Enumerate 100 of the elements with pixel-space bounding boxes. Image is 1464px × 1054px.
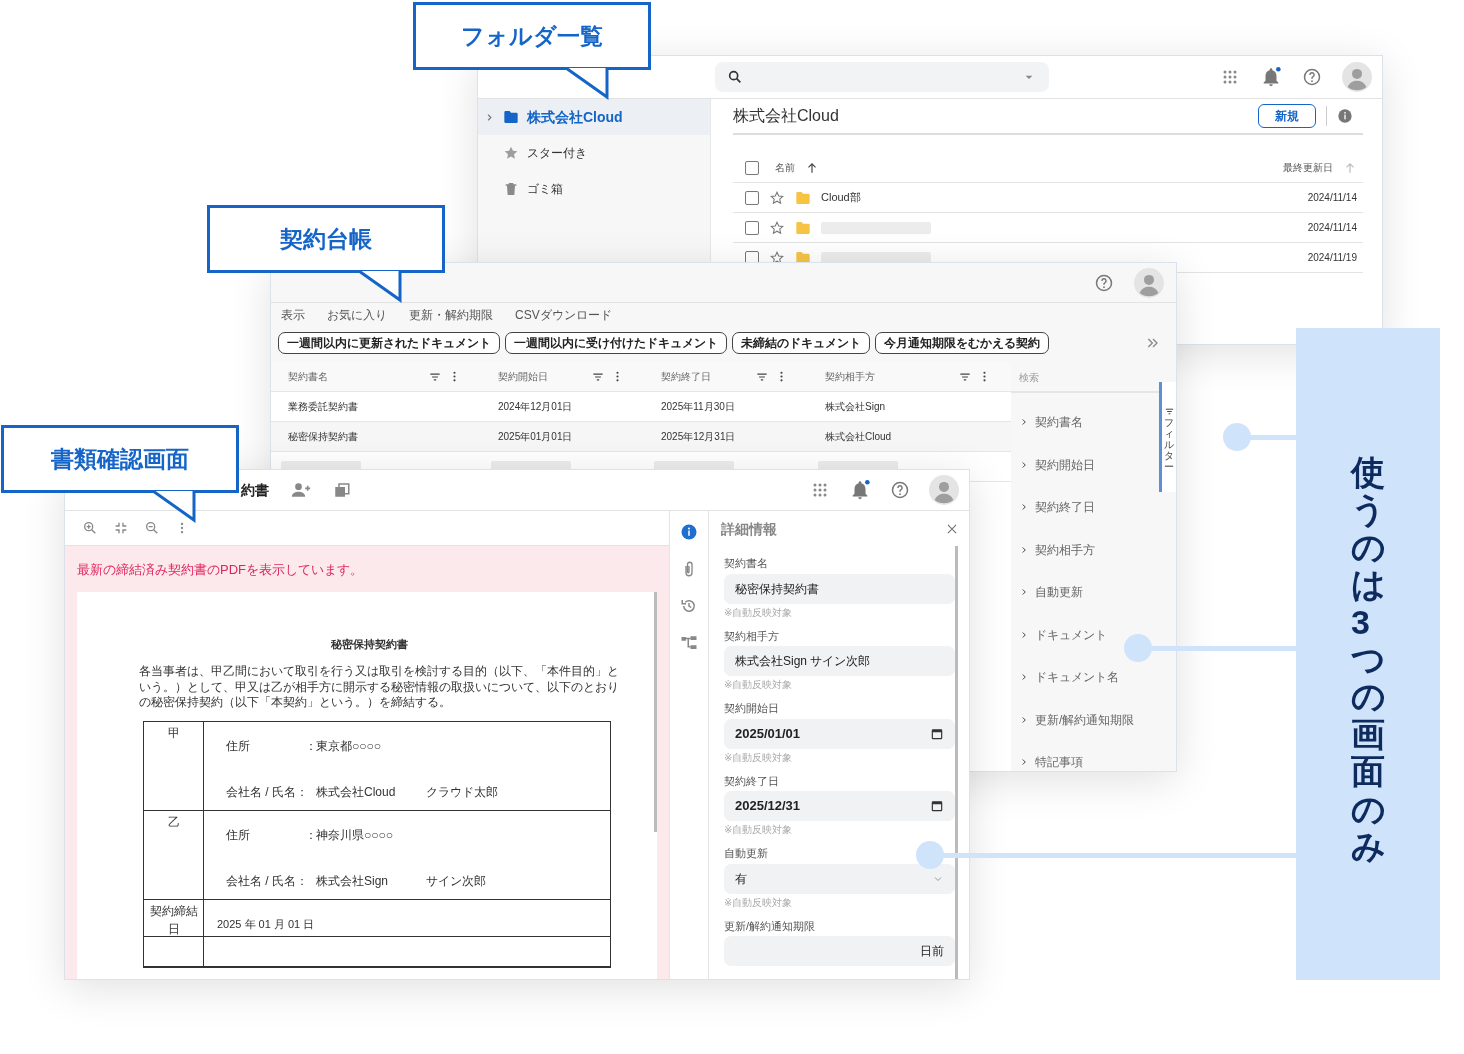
field-label: 自動更新: [724, 846, 769, 861]
tree-icon[interactable]: [680, 634, 698, 652]
note-text: ※自動反映対象: [724, 678, 794, 692]
filter-item[interactable]: ドキュメント: [1035, 625, 1107, 644]
input-field[interactable]: 有: [724, 863, 955, 894]
filter-icon: [1163, 406, 1175, 417]
checkbox[interactable]: [745, 220, 759, 235]
column-header[interactable]: 名前: [775, 160, 795, 175]
table-cell-text: 2025年11月30日: [661, 400, 735, 414]
avatar-icon[interactable]: [1342, 62, 1372, 92]
filter-item[interactable]: ドキュメント名: [1035, 668, 1119, 687]
menu-item[interactable]: 表示: [281, 306, 305, 324]
document-title: 約書: [241, 480, 269, 500]
sidebar-item[interactable]: スター付き: [478, 135, 710, 171]
note-text: ※自動反映対象: [724, 605, 794, 620]
table-cell-text: 2025年12月31日: [661, 430, 736, 444]
sidebar-item[interactable]: 株式会社Cloud: [478, 99, 710, 135]
filter-item[interactable]: 契約終了日: [1035, 498, 1095, 517]
banner-text: 使うのは3つの画面のみ: [1351, 454, 1385, 867]
star-icon[interactable]: [769, 189, 785, 206]
notice-text: 最新の締結済み契約書のPDFを表示しています。: [76, 561, 364, 579]
search-icon: [727, 69, 743, 85]
quick-filter-button[interactable]: 今月通知期限をむかえる契約: [875, 332, 1049, 354]
filter-item[interactable]: 更新/解約通知期限: [1035, 710, 1135, 729]
column-header: 契約書名: [288, 370, 328, 384]
input-field[interactable]: 株式会社Sign サイン次郎: [724, 646, 955, 676]
documents-icon[interactable]: [333, 481, 351, 499]
callout-pointer-icon: [565, 68, 611, 100]
help-icon[interactable]: [890, 480, 910, 500]
folder-name[interactable]: Cloud部: [821, 189, 861, 206]
menu-item[interactable]: 更新・解約期限: [409, 306, 493, 324]
table-cell-text: 2025年01月01日: [498, 430, 573, 444]
person-name: クラウド太郎: [426, 783, 498, 801]
quick-filter-button[interactable]: 一週間以内に受け付けたドキュメント: [505, 332, 727, 354]
table-cell-text: 株式会社Cloud: [825, 430, 892, 444]
field-label: 契約終了日: [724, 773, 780, 789]
filter-tab-label: フィルター: [1164, 417, 1175, 472]
filter-item[interactable]: 契約開始日: [1035, 455, 1095, 474]
panel-title: 詳細情報: [721, 519, 777, 539]
star-icon[interactable]: [769, 219, 785, 236]
field-label: 更新/解約通知期限: [724, 918, 817, 934]
note-text: ※自動反映対象: [724, 895, 794, 910]
column-header: 契約終了日: [661, 370, 711, 384]
column-header: 契約開始日: [498, 370, 548, 384]
checkbox[interactable]: [745, 160, 759, 175]
info-icon[interactable]: [680, 523, 698, 541]
star-icon: [503, 145, 519, 161]
party-label: 乙: [144, 810, 204, 899]
callout-pointer-icon: [152, 491, 198, 523]
menu-item[interactable]: CSVダウンロード: [515, 306, 612, 324]
address-text: 神奈川県○○○○: [316, 826, 393, 844]
company-name: 株式会社Sign: [316, 872, 390, 890]
search-field[interactable]: [715, 62, 1049, 92]
avatar-icon[interactable]: [1134, 267, 1164, 298]
trash-icon: [503, 181, 519, 197]
folder-icon: [503, 109, 519, 125]
input-field[interactable]: 日前: [724, 936, 955, 966]
filter-item[interactable]: 契約書名: [1035, 413, 1083, 432]
sidebar-item[interactable]: ゴミ箱: [478, 171, 710, 207]
separator-text: ：: [305, 826, 316, 844]
filter-item[interactable]: 特記事項: [1035, 753, 1083, 771]
document-paragraph: 各当事者は、甲乙間において取引を行う又は取引を検討する目的（以下、「本件目的」という。）として、甲又は乙が相手方に開示する秘密情報の取扱いについて、以下のとおりの秘密保持契約（以下「本契約」という。）を締結する。: [139, 664, 619, 711]
company-name: 株式会社Cloud: [316, 783, 397, 801]
menu-item[interactable]: お気に入り: [327, 306, 387, 324]
close-icon[interactable]: [945, 522, 959, 536]
field-label: 住所: [226, 737, 251, 755]
date-text: 2024/11/19: [1307, 251, 1357, 265]
folder-icon: [795, 189, 811, 206]
signing-date: 2025 年 01 月 01 日: [216, 916, 315, 932]
column-header[interactable]: 最終更新日: [1283, 160, 1333, 175]
new-button[interactable]: 新規: [1258, 104, 1316, 128]
filter-tab[interactable]: フィルター: [1159, 382, 1176, 492]
field-label: 契約相手方: [724, 628, 780, 644]
help-icon[interactable]: [1302, 67, 1322, 87]
input-field[interactable]: 2025/01/01: [724, 718, 955, 749]
field-label: 会社名 / 氏名：: [226, 872, 309, 890]
quick-filter-button[interactable]: 一週間以内に更新されたドキュメント: [278, 332, 500, 354]
checkbox[interactable]: [745, 190, 759, 205]
info-icon[interactable]: [1337, 108, 1353, 124]
history-icon[interactable]: [680, 597, 698, 615]
input-field[interactable]: 秘密保持契約書: [724, 573, 955, 604]
input-field[interactable]: 2025/12/31: [724, 791, 955, 821]
row-label: 契約締結日: [144, 899, 204, 936]
filter-item[interactable]: 自動更新: [1035, 583, 1083, 602]
callout-pointer-icon: [358, 271, 404, 303]
folder-icon: [795, 219, 811, 236]
quick-filter-button[interactable]: 未締結のドキュメント: [732, 332, 870, 354]
table-cell-text: 2024年12月01日: [498, 400, 573, 414]
avatar-icon[interactable]: [929, 475, 959, 505]
add-user-icon[interactable]: [291, 480, 311, 500]
calendar-icon: [930, 799, 944, 813]
help-icon[interactable]: [1094, 272, 1114, 293]
zoom-out-icon[interactable]: [144, 520, 160, 536]
field-label: 契約書名: [724, 556, 769, 571]
table-cell-text: 業務委託契約書: [288, 400, 358, 414]
filter-item[interactable]: 契約相手方: [1035, 540, 1095, 559]
column-header: 契約相手方: [825, 370, 875, 384]
fit-screen-icon[interactable]: [113, 520, 129, 536]
zoom-in-icon[interactable]: [82, 520, 98, 536]
person-name: サイン次郎: [426, 872, 486, 890]
